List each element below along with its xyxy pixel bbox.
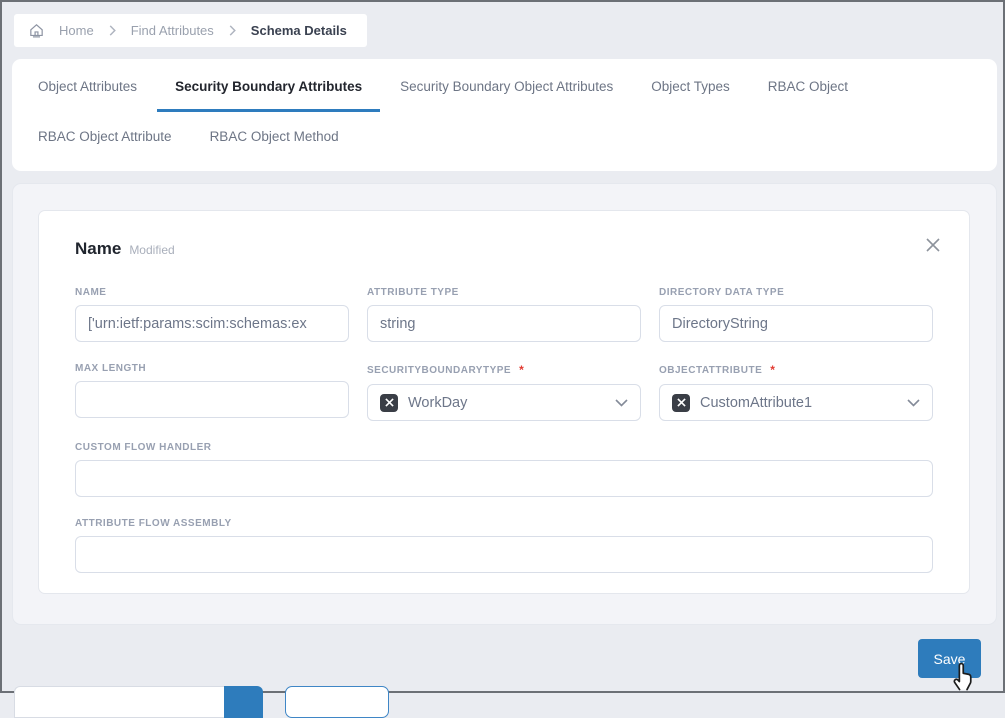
close-icon[interactable] xyxy=(921,233,945,257)
security-boundary-type-select[interactable]: WorkDay xyxy=(367,384,641,421)
attribute-flow-assembly-label: ATTRIBUTE FLOW ASSEMBLY xyxy=(75,518,933,529)
card-title: Name xyxy=(75,239,121,259)
schema-tabs-panel: Object Attributes Security Boundary Attr… xyxy=(12,59,997,171)
field-max-length: MAX LENGTH xyxy=(75,363,349,421)
field-attribute-type: ATTRIBUTE TYPE xyxy=(367,287,641,342)
name-label: NAME xyxy=(75,287,349,298)
attribute-flow-assembly-input[interactable] xyxy=(75,536,933,573)
card-header: Name Modified xyxy=(75,239,933,259)
attribute-edit-card: Name Modified NAME ATTRIBUTE TYPE DIRECT… xyxy=(38,210,970,594)
breadcrumb-find-attributes[interactable]: Find Attributes xyxy=(131,23,214,38)
attribute-detail-section: Name Modified NAME ATTRIBUTE TYPE DIRECT… xyxy=(12,183,997,625)
field-object-attribute: OBJECTATTRIBUTE * CustomAttribute1 xyxy=(659,363,933,421)
tab-rbac-object-attribute[interactable]: RBAC Object Attribute xyxy=(20,112,190,161)
schema-details-page: { "breadcrumb": { "items": [ { "label": … xyxy=(0,0,1005,693)
security-boundary-type-value: WorkDay xyxy=(408,395,467,411)
tab-object-attributes[interactable]: Object Attributes xyxy=(20,59,155,112)
card-subtitle-modified: Modified xyxy=(129,243,174,257)
tab-row-1: Object Attributes Security Boundary Attr… xyxy=(12,59,997,112)
attribute-form: NAME ATTRIBUTE TYPE DIRECTORY DATA TYPE … xyxy=(75,287,933,594)
bottom-search-button[interactable] xyxy=(224,686,263,718)
custom-flow-handler-input[interactable] xyxy=(75,460,933,497)
field-directory-data-type: DIRECTORY DATA TYPE xyxy=(659,287,933,342)
tab-rbac-object[interactable]: RBAC Object xyxy=(750,59,866,112)
tab-rbac-object-method[interactable]: RBAC Object Method xyxy=(192,112,357,161)
custom-flow-handler-label: CUSTOM FLOW HANDLER xyxy=(75,442,933,453)
tab-object-types[interactable]: Object Types xyxy=(633,59,748,112)
name-input[interactable] xyxy=(75,305,349,342)
breadcrumb-home[interactable]: Home xyxy=(59,23,94,38)
chevron-right-icon xyxy=(108,25,117,36)
home-icon[interactable] xyxy=(28,22,45,39)
breadcrumb-schema-details: Schema Details xyxy=(251,23,347,38)
breadcrumb: Home Find Attributes Schema Details xyxy=(14,14,367,47)
bottom-search-input[interactable] xyxy=(14,686,224,718)
field-custom-flow-handler: CUSTOM FLOW HANDLER xyxy=(75,442,933,497)
chevron-down-icon xyxy=(907,399,920,407)
tab-row-2: RBAC Object Attribute RBAC Object Method xyxy=(12,112,997,161)
field-security-boundary-type: SECURITYBOUNDARYTYPE * WorkDay xyxy=(367,363,641,421)
chevron-right-icon xyxy=(228,25,237,36)
attribute-type-label: ATTRIBUTE TYPE xyxy=(367,287,641,298)
object-attribute-label-text: OBJECTATTRIBUTE xyxy=(659,365,762,376)
max-length-label: MAX LENGTH xyxy=(75,363,349,374)
field-attribute-flow-assembly: ATTRIBUTE FLOW ASSEMBLY xyxy=(75,518,933,573)
required-asterisk: * xyxy=(770,363,775,377)
directory-data-type-input[interactable] xyxy=(659,305,933,342)
security-boundary-type-label-text: SECURITYBOUNDARYTYPE xyxy=(367,365,511,376)
bottom-outlined-button[interactable] xyxy=(285,686,389,718)
save-button[interactable]: Save xyxy=(918,639,981,678)
attribute-type-input[interactable] xyxy=(367,305,641,342)
chevron-down-icon xyxy=(615,399,628,407)
object-attribute-select[interactable]: CustomAttribute1 xyxy=(659,384,933,421)
object-attribute-value: CustomAttribute1 xyxy=(700,395,812,411)
directory-data-type-label: DIRECTORY DATA TYPE xyxy=(659,287,933,298)
remove-selection-icon[interactable] xyxy=(672,394,690,412)
required-asterisk: * xyxy=(519,363,524,377)
tab-security-boundary-object-attributes[interactable]: Security Boundary Object Attributes xyxy=(382,59,631,112)
tab-security-boundary-attributes[interactable]: Security Boundary Attributes xyxy=(157,59,380,112)
security-boundary-type-label: SECURITYBOUNDARYTYPE * xyxy=(367,363,641,377)
bottom-search-bar xyxy=(14,686,263,718)
remove-selection-icon[interactable] xyxy=(380,394,398,412)
field-name: NAME xyxy=(75,287,349,342)
object-attribute-label: OBJECTATTRIBUTE * xyxy=(659,363,933,377)
max-length-input[interactable] xyxy=(75,381,349,418)
